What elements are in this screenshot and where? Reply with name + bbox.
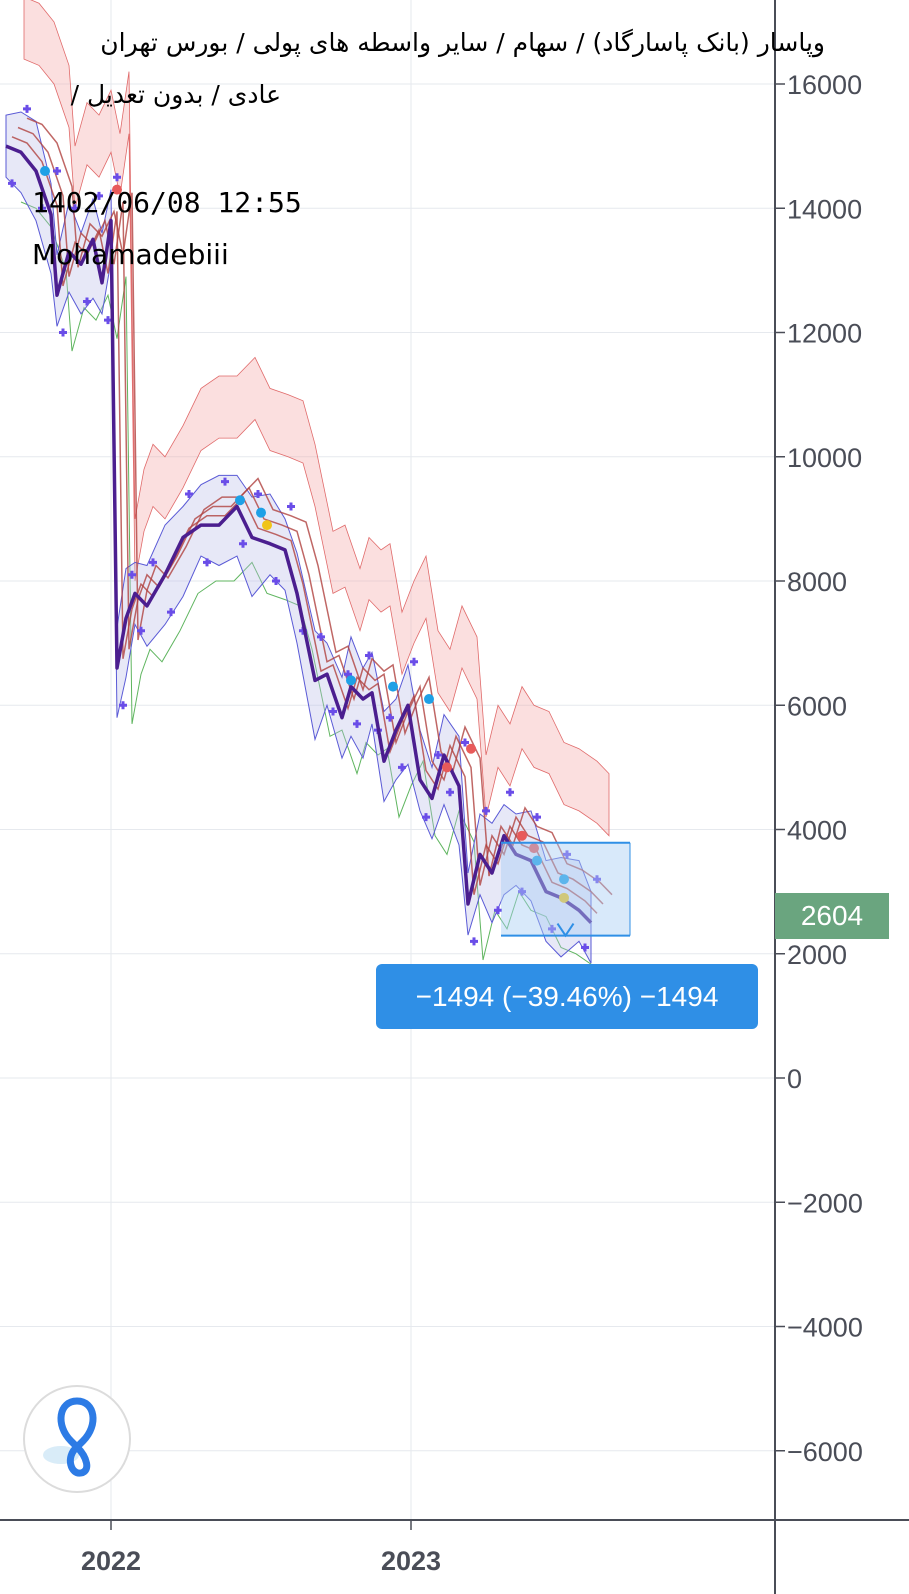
logo-graphic (23, 1385, 131, 1493)
chart-author: Mohamadebiii (32, 238, 229, 271)
signal-dot (235, 495, 245, 506)
chart-title: وپاسار (بانک پاسارگاد) / سهام / سایر واس… (100, 28, 825, 57)
signal-dot (40, 165, 50, 176)
y-tick-label: 16000 (787, 70, 862, 100)
y-tick-label: 14000 (787, 194, 862, 224)
signal-dot (517, 830, 527, 841)
measurement-label[interactable]: −1494 (−39.46%) −1494 (376, 964, 758, 1029)
signal-dot (466, 743, 476, 754)
psar-point (59, 328, 67, 337)
y-tick-label: 12000 (787, 319, 862, 349)
signal-dot (424, 694, 434, 705)
x-tick-label: 2022 (81, 1546, 141, 1576)
y-tick-label: −4000 (787, 1313, 863, 1343)
measure-region (501, 841, 631, 938)
psar-point (287, 502, 295, 511)
y-tick-label: 10000 (787, 443, 862, 473)
signal-dot (388, 681, 398, 692)
y-tick-label: −6000 (787, 1437, 863, 1467)
measure-rect (501, 842, 630, 936)
signal-dot (442, 762, 452, 773)
chart-area[interactable]: 16000 14000 12000 10000 8000 6000 4000 2000 0 −20… (0, 0, 909, 1594)
chart-subtitle: عادی / بدون تعدیل / (70, 80, 281, 109)
y-tick-label: 4000 (787, 816, 847, 846)
y-tick-label: 0 (787, 1064, 802, 1094)
psar-point (506, 788, 514, 797)
psar-point (23, 104, 31, 113)
y-tick-label: 2000 (787, 940, 847, 970)
x-tick-label: 2023 (381, 1546, 441, 1576)
psar-point (470, 937, 478, 946)
y-tick-label: 8000 (787, 567, 847, 597)
y-tick-label: 6000 (787, 691, 847, 721)
signal-dot (256, 507, 266, 518)
signal-dot (262, 520, 272, 531)
last-price-badge: 2604 (775, 893, 889, 939)
y-tick-label: −2000 (787, 1188, 863, 1218)
signal-dot (346, 675, 356, 686)
chart-datetime: 1402/06/08 12:55 (32, 186, 302, 219)
app-logo-icon[interactable] (21, 1383, 133, 1495)
